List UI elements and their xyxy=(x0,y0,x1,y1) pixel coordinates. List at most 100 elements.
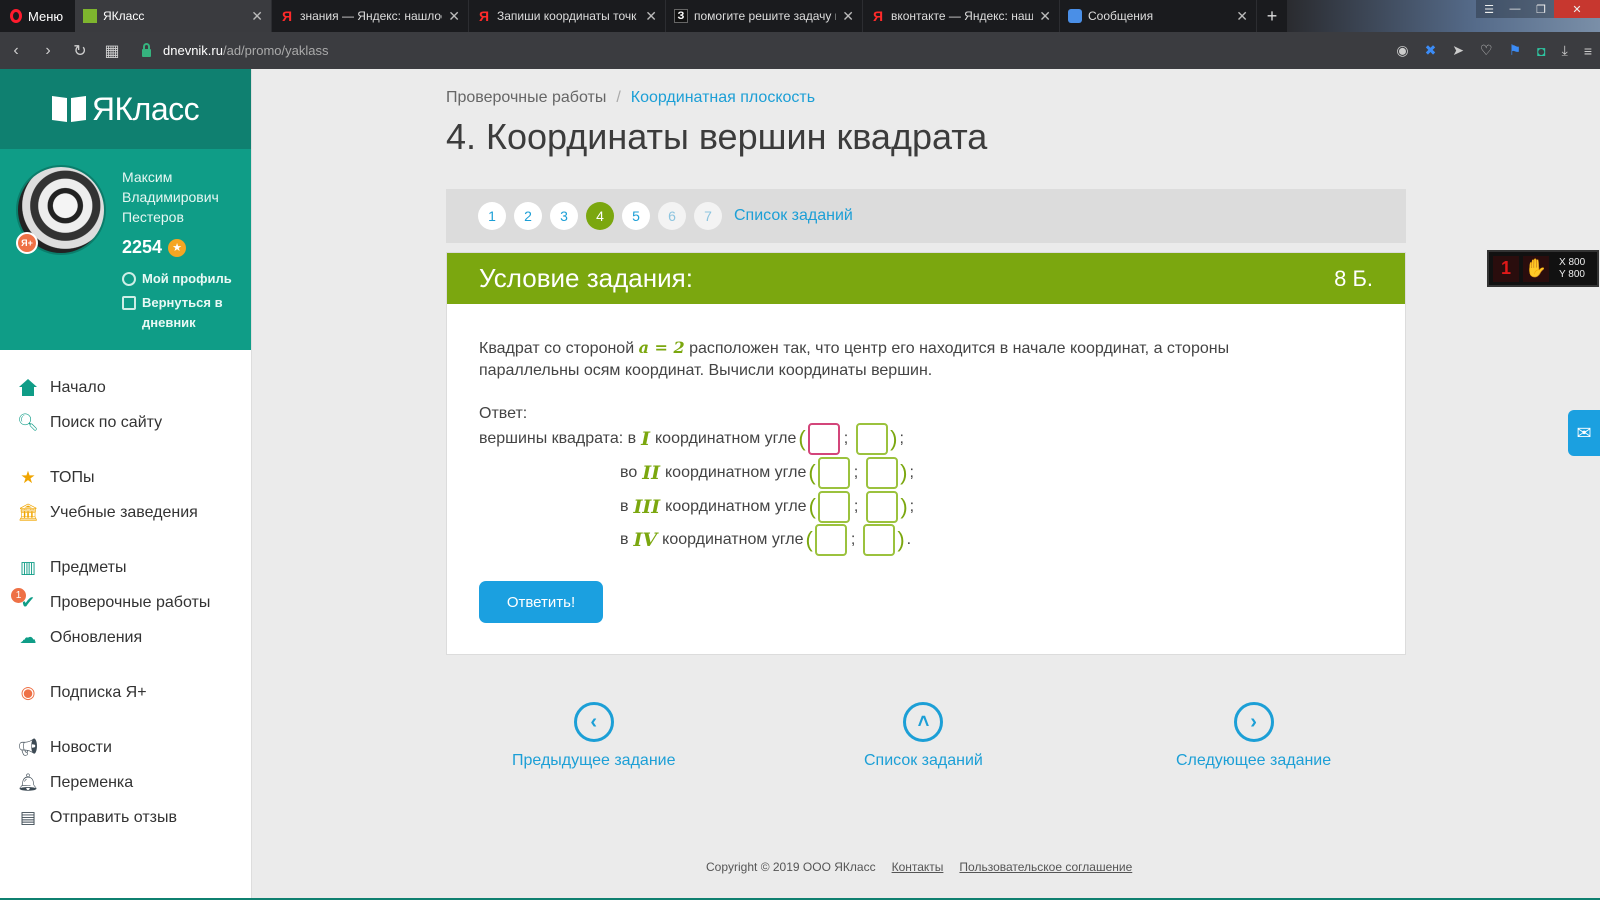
forward-icon[interactable]: › xyxy=(32,42,64,60)
url-field[interactable]: dnevnik.ru/ad/promo/yaklass xyxy=(142,42,329,58)
task-list-nav-link[interactable]: ˄ Список заданий xyxy=(864,702,983,770)
next-task-link[interactable]: › Следующее задание xyxy=(1176,702,1331,770)
sidebar-item-break[interactable]: 🔔︎ Переменка xyxy=(0,765,251,800)
mail-feedback-tab[interactable]: ✉ xyxy=(1568,410,1600,456)
tab-title: ЯКласс xyxy=(103,9,145,23)
tab-title: знания — Яндекс: нашлос xyxy=(300,9,443,23)
previous-task-link[interactable]: ‹ Предыдущее задание xyxy=(512,702,675,770)
search-icon: 🔍︎ xyxy=(17,412,39,432)
page-button-7[interactable]: 7 xyxy=(694,202,722,230)
browser-tab[interactable]: Я вконтакте — Яндекс: наш ✕ xyxy=(863,0,1060,32)
task-header-title: Условие задания: xyxy=(479,263,693,293)
sidebar-item-news[interactable]: 📢︎ Новости xyxy=(0,730,251,765)
profile-card: Я+ Максим Владимирович Пестеров 2254 ★ М… xyxy=(0,149,251,350)
overlay-widget[interactable]: 1 ✋ X 800 Y 800 xyxy=(1487,250,1599,287)
heart-icon[interactable]: ♡ xyxy=(1480,42,1493,59)
x-coordinate-input[interactable] xyxy=(817,491,850,523)
breadcrumb-root[interactable]: Проверочные работы xyxy=(446,89,606,107)
sidebar-item-home[interactable]: Начало xyxy=(0,370,251,405)
yaklass-logo[interactable]: ЯКласс xyxy=(0,69,251,149)
sidebar-item-tops[interactable]: ★ ТОПы xyxy=(0,460,251,495)
breadcrumb-current[interactable]: Координатная плоскость xyxy=(631,89,815,107)
back-icon[interactable]: ‹ xyxy=(0,42,32,60)
yandex-icon: Я xyxy=(478,8,490,24)
user-agreement-link[interactable]: Пользовательское соглашение xyxy=(959,860,1132,874)
task-list-link[interactable]: Список заданий xyxy=(734,207,853,225)
send-icon[interactable]: ➤ xyxy=(1452,42,1464,59)
download-icon[interactable]: ⤓ xyxy=(1562,42,1568,59)
answer-row-quadrant-3: в III координатном угле ( ; ); xyxy=(620,491,914,523)
close-icon[interactable]: ✕ xyxy=(448,8,460,25)
flag-icon[interactable]: ⚑ xyxy=(1509,42,1522,59)
y-coordinate-input[interactable] xyxy=(866,457,899,489)
easy-setup-icon[interactable]: ≡ xyxy=(1584,43,1592,59)
adblock-icon[interactable]: ✖ xyxy=(1425,42,1437,59)
bell-icon: 🔔︎ xyxy=(17,772,39,792)
diary-icon xyxy=(122,296,136,310)
camera-icon[interactable]: ◉ xyxy=(1396,42,1408,59)
widget-coordinates: X 800 Y 800 xyxy=(1559,256,1586,280)
opera-logo-icon xyxy=(10,9,22,23)
speed-dial-icon[interactable]: ▦ xyxy=(96,41,128,61)
znanija-icon: З xyxy=(674,9,688,23)
close-icon[interactable]: ✕ xyxy=(645,8,657,25)
page-button-6[interactable]: 6 xyxy=(658,202,686,230)
browser-menu-button[interactable]: Меню xyxy=(0,0,75,32)
window-controls: ☰ — ❐ ✕ xyxy=(1476,0,1600,18)
my-profile-link[interactable]: Мой профиль xyxy=(122,269,232,289)
sidebar-item-label: Новости xyxy=(50,738,112,756)
sidebar-item-feedback[interactable]: ▤ Отправить отзыв xyxy=(0,800,251,835)
tab-menu-icon[interactable]: ☰ xyxy=(1476,0,1502,18)
sidebar-item-subjects[interactable]: ▥ Предметы xyxy=(0,550,251,585)
task-card: Условие задания: 8 Б. Квадрат со стороно… xyxy=(446,252,1406,655)
new-tab-button[interactable]: + xyxy=(1257,0,1287,32)
x-coordinate-input[interactable] xyxy=(807,423,840,455)
points-value: 2254 xyxy=(122,237,163,257)
sidebar-item-tests[interactable]: ✔ 1 Проверочные работы xyxy=(0,585,251,620)
sidebar-item-label: Проверочные работы xyxy=(50,593,211,611)
roman-numeral: II xyxy=(642,462,660,484)
browser-tab-yaklass[interactable]: ЯКласс ✕ xyxy=(75,0,272,32)
page-button-3[interactable]: 3 xyxy=(550,202,578,230)
sidebar-item-search[interactable]: 🔍︎ Поиск по сайту xyxy=(0,405,251,440)
browser-tab[interactable]: З помогите решите задачу г ✕ xyxy=(666,0,863,32)
back-to-diary-link[interactable]: Вернуться в дневник xyxy=(122,293,240,333)
x-coordinate-input[interactable] xyxy=(817,457,850,489)
window-close-icon[interactable]: ✕ xyxy=(1554,0,1600,18)
browser-tab[interactable]: Я знания — Яндекс: нашлос ✕ xyxy=(272,0,469,32)
sidebar-item-schools[interactable]: 🏛︎ Учебные заведения xyxy=(0,495,251,530)
vpn-icon[interactable]: ◘ xyxy=(1537,43,1545,59)
browser-tab[interactable]: Сообщения ✕ xyxy=(1060,0,1257,32)
page-button-2[interactable]: 2 xyxy=(514,202,542,230)
reload-icon[interactable]: ↻ xyxy=(64,41,96,61)
home-icon xyxy=(18,378,38,398)
minimize-icon[interactable]: — xyxy=(1502,0,1528,18)
ya-plus-icon: ◉ xyxy=(20,682,36,702)
x-coordinate-input[interactable] xyxy=(814,524,847,556)
close-icon[interactable]: ✕ xyxy=(1236,8,1248,25)
browser-tab[interactable]: Я Запиши координаты точк ✕ xyxy=(469,0,666,32)
close-icon[interactable]: ✕ xyxy=(251,8,263,25)
maximize-icon[interactable]: ❐ xyxy=(1528,0,1554,18)
contacts-link[interactable]: Контакты xyxy=(892,860,944,874)
sidebar-item-subscription[interactable]: ◉ Подписка Я+ xyxy=(0,675,251,710)
url-text: dnevnik.ru/ad/promo/yaklass xyxy=(163,43,329,58)
close-icon[interactable]: ✕ xyxy=(842,8,854,25)
y-coordinate-input[interactable] xyxy=(866,491,899,523)
breadcrumb-separator: / xyxy=(616,89,621,106)
browser-tab-bar: Меню ЯКласс ✕ Я знания — Яндекс: нашлос … xyxy=(0,0,1600,32)
yandex-icon: Я xyxy=(281,8,293,24)
sidebar-item-label: Подписка Я+ xyxy=(50,683,147,701)
sidebar-item-label: Начало xyxy=(50,378,106,396)
submit-answer-button[interactable]: Ответить! xyxy=(479,581,603,623)
y-coordinate-input[interactable] xyxy=(856,423,889,455)
roman-numeral: III xyxy=(633,496,661,518)
previous-task-label: Предыдущее задание xyxy=(512,752,676,769)
page-button-1[interactable]: 1 xyxy=(478,202,506,230)
y-coordinate-input[interactable] xyxy=(863,524,896,556)
page-button-5[interactable]: 5 xyxy=(622,202,650,230)
yandex-icon: Я xyxy=(872,8,884,24)
close-icon[interactable]: ✕ xyxy=(1039,8,1051,25)
sidebar-item-updates[interactable]: ☁ Обновления xyxy=(0,620,251,655)
page-button-4-current[interactable]: 4 xyxy=(586,202,614,230)
